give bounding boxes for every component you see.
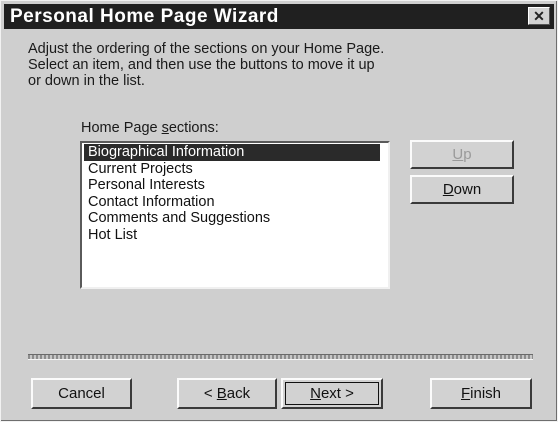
list-item-personal-interests[interactable]: Personal Interests [84, 177, 380, 194]
list-item-hot-list[interactable]: Hot List [84, 227, 380, 244]
sections-listbox[interactable]: Biographical Information Current Project… [80, 141, 390, 289]
label-text: Home Page [81, 120, 162, 136]
button-label: own [453, 181, 482, 198]
list-item-biographical-information[interactable]: Biographical Information [84, 144, 380, 161]
move-down-button[interactable]: Down [410, 175, 514, 204]
window-title: Personal Home Page Wizard [10, 5, 279, 27]
button-accelerator: B [216, 385, 227, 402]
button-label: ack [226, 385, 251, 402]
button-accelerator: U [452, 146, 464, 163]
list-item-current-projects[interactable]: Current Projects [84, 161, 380, 178]
instructions-text: Adjust the ordering of the sections on y… [28, 41, 538, 89]
close-button[interactable]: ✕ [528, 7, 550, 25]
label-accelerator: s [161, 120, 169, 136]
button-accelerator: D [442, 181, 454, 198]
cancel-button[interactable]: Cancel [31, 378, 132, 409]
label-text: ections: [168, 120, 219, 136]
button-label: < [203, 385, 217, 402]
button-label: Cancel [58, 385, 105, 402]
button-label: p [463, 146, 472, 163]
button-label: ext > [320, 385, 354, 402]
instructions-line: Adjust the ordering of the sections on y… [28, 41, 385, 57]
back-button[interactable]: < Back [177, 378, 277, 409]
list-item-comments-and-suggestions[interactable]: Comments and Suggestions [84, 210, 380, 227]
button-accelerator: F [460, 385, 471, 402]
sections-list-label: Home Page sections: [81, 120, 219, 136]
close-icon: ✕ [533, 7, 545, 24]
title-bar[interactable]: Personal Home Page Wizard ✕ [4, 4, 554, 29]
button-label: inish [470, 385, 502, 402]
wizard-window: Personal Home Page Wizard ✕ Adjust the o… [0, 0, 558, 422]
instructions-line: Select an item, and then use the buttons… [28, 57, 375, 73]
move-up-button[interactable]: Up [410, 140, 514, 169]
instructions-line: or down in the list. [28, 73, 145, 89]
list-item-contact-information[interactable]: Contact Information [84, 194, 380, 211]
button-accelerator: N [310, 385, 321, 402]
progress-separator [28, 354, 533, 360]
finish-button[interactable]: Finish [430, 378, 532, 409]
next-button[interactable]: Next > [281, 378, 383, 409]
